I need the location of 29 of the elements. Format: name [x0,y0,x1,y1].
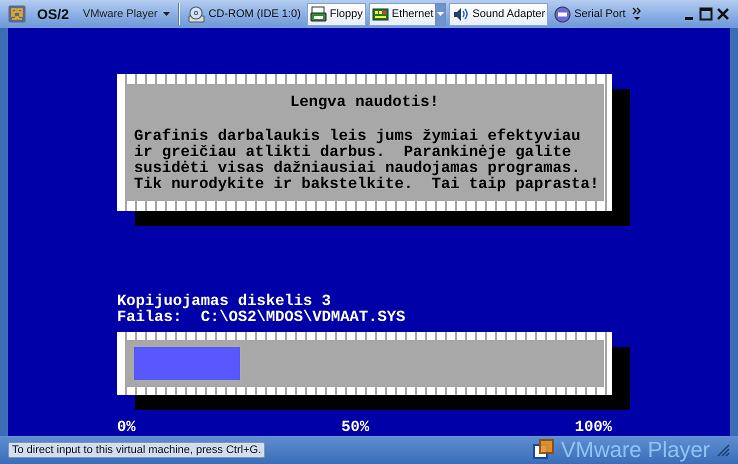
status-hint: To direct input to this virtual machine, press Ctrl+G. [8,442,266,458]
device-button[interactable]: CD-ROM (IDE 1:0) [185,2,304,26]
resize-grip-icon[interactable] [716,442,730,457]
status-text: Kopijuojamas diskelis 3 Failas: C:\OS2\MDOS\VDMAAT.SYS [117,292,406,325]
caret-icon [163,12,170,16]
device-button[interactable]: Sound Adapter [449,2,548,26]
serial-port-icon [554,6,572,23]
percent-label: 0% [117,418,136,436]
maximize-icon[interactable] [699,7,713,22]
percent-label: 50% [341,418,370,436]
dialog-title: Lengva naudotis! [289,94,440,111]
dialog-message: Grafinis darbalaukis leis jums žymiai efektyviau ir greičiau atlikti darbus. Parankinėje galite susidėti visas dažniausiai naudojamas programas. Tik nurodykite ir bakstelkite. Tai taip paprasta! [134,128,600,193]
device-button[interactable]: Serial Port [551,2,629,26]
logo-icon [532,438,555,461]
disc-drive-icon [188,6,206,23]
overflow-icon[interactable] [632,7,642,22]
player-menu[interactable]: VMware Player [80,8,174,20]
brand-label: VMware Player [560,436,710,463]
percent-label: 100% [574,418,612,436]
printer-icon [310,6,327,23]
device-button[interactable]: Floppy [306,2,366,26]
network-card-icon [372,6,389,23]
app-icon [8,5,26,24]
window-title: OS/2 [37,6,69,22]
device-button[interactable]: Ethernet [368,2,436,26]
caret-icon [437,12,444,16]
speaker-icon [452,6,470,23]
close-icon[interactable] [716,7,730,22]
dropdown-button[interactable] [435,2,446,26]
